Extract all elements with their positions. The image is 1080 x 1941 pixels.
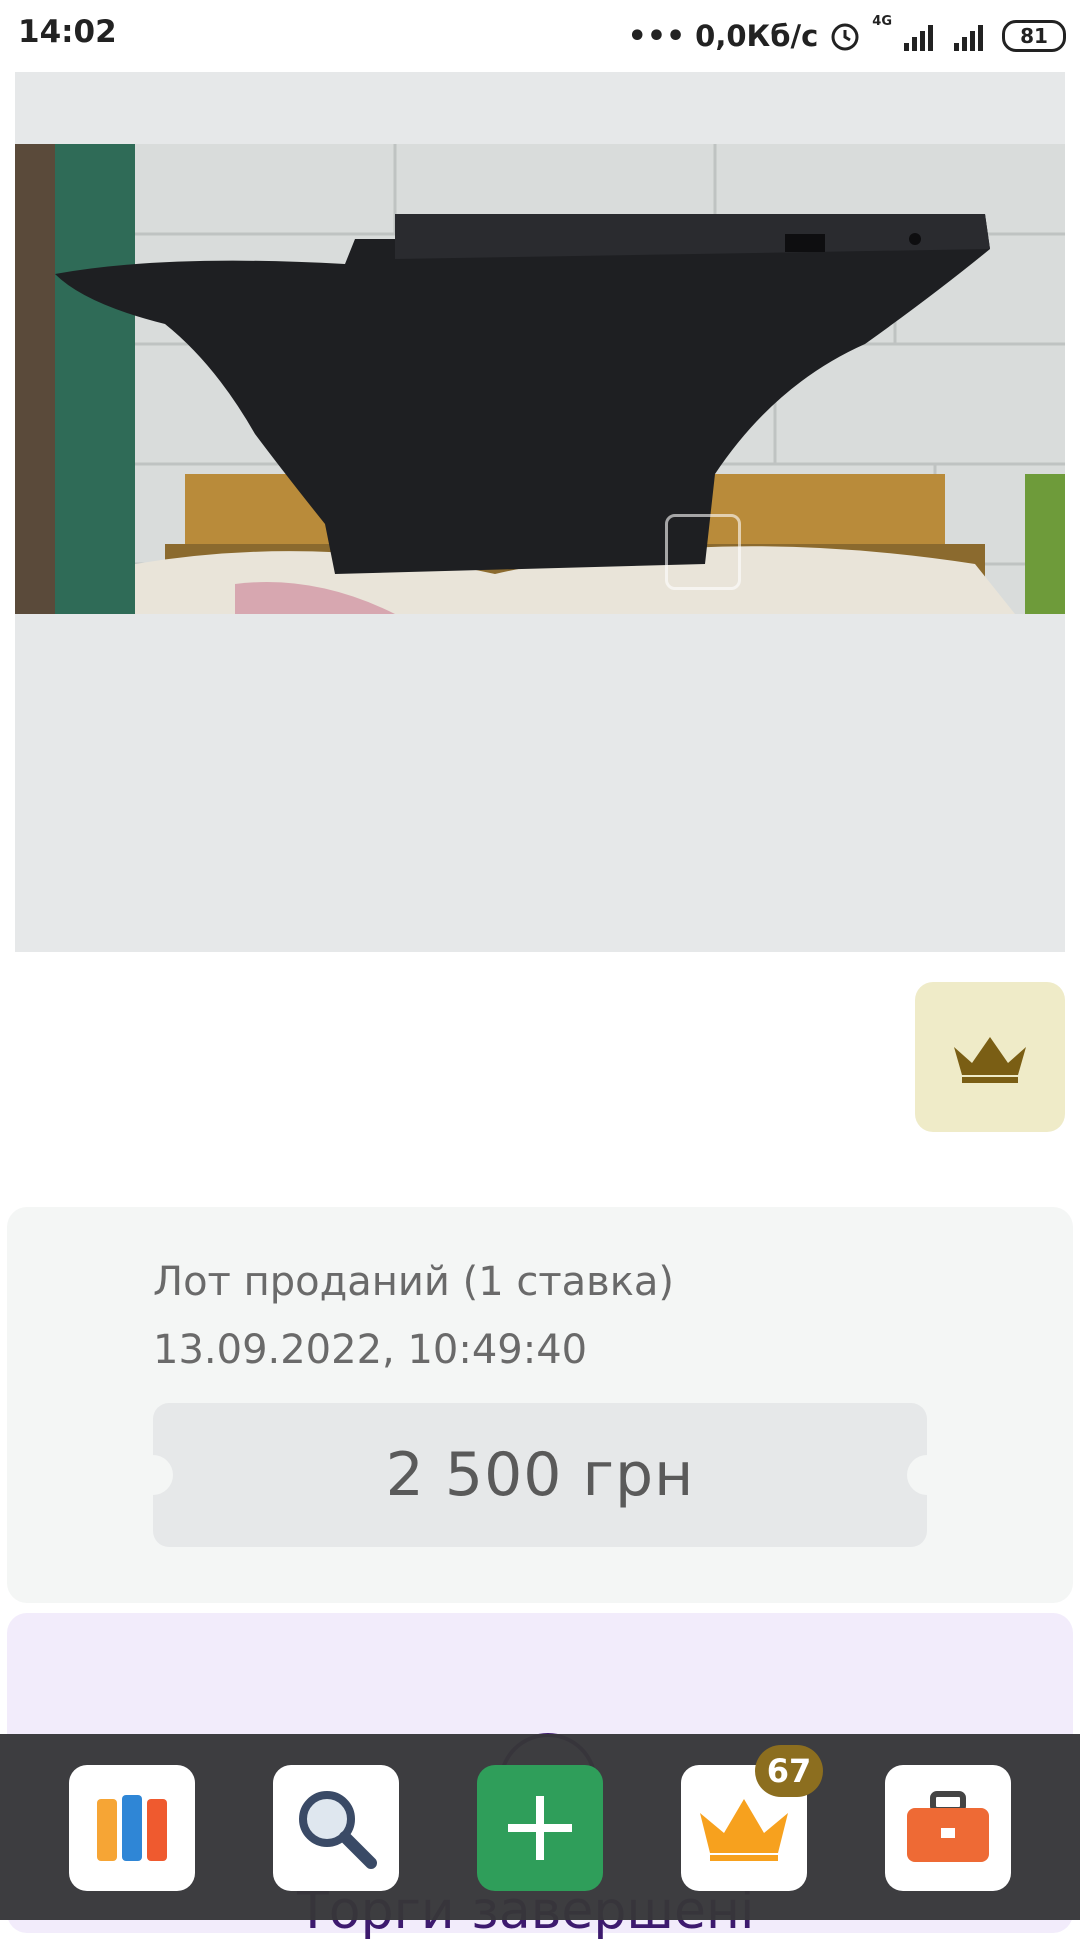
alarm-icon xyxy=(831,23,859,51)
nav-add-lot-button[interactable] xyxy=(477,1765,603,1891)
briefcase-icon xyxy=(907,1791,989,1862)
signal-icon xyxy=(904,25,933,51)
notification-badge: 67 xyxy=(755,1745,823,1797)
more-dots-icon: ••• xyxy=(627,18,686,54)
search-icon xyxy=(299,1791,377,1869)
nav-search-button[interactable] xyxy=(273,1765,399,1891)
nav-catalog-button[interactable] xyxy=(69,1765,195,1891)
add-icon xyxy=(508,1796,572,1860)
lot-price: 2 500 грн xyxy=(385,1440,695,1510)
nav-auctions-button[interactable]: 67 xyxy=(681,1745,823,1891)
watermark-logo xyxy=(665,514,741,590)
status-time: 14:02 xyxy=(18,14,117,50)
status-indicators: ••• 0,0Кб/с 4G 81 xyxy=(628,14,1066,58)
bottom-navigation: 67 xyxy=(0,1734,1080,1920)
price-ticket: 2 500 грн xyxy=(133,1403,947,1547)
signal-icon-2 xyxy=(954,25,983,51)
lot-date: 13.09.2022, 10:49:40 xyxy=(153,1327,588,1373)
network-type-label: 4G xyxy=(872,14,892,29)
network-speed: 0,0Кб/с xyxy=(695,19,819,53)
crown-icon xyxy=(954,1037,1026,1083)
battery-indicator: 81 xyxy=(1002,20,1066,52)
books-icon xyxy=(97,1795,167,1861)
status-bar: 14:02 ••• 0,0Кб/с 4G 81 xyxy=(0,0,1080,72)
lot-info-card: Лот проданий (1 ставка) 13.09.2022, 10:4… xyxy=(7,1207,1073,1603)
nav-profile-button[interactable] xyxy=(885,1765,1011,1891)
promote-lot-button[interactable] xyxy=(915,982,1065,1132)
crown-icon xyxy=(700,1799,788,1861)
lot-status: Лот проданий (1 ставка) xyxy=(153,1259,675,1305)
photo-gallery[interactable] xyxy=(15,72,1065,952)
anvil-photo[interactable] xyxy=(15,144,1065,614)
